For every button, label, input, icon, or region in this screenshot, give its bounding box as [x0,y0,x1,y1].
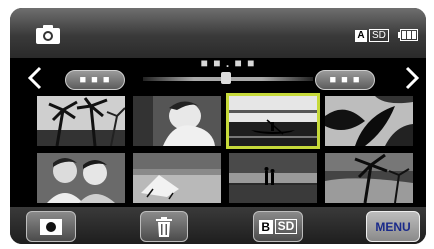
date-scrub-knob[interactable] [221,72,231,84]
thumbnail-canoe-sunset[interactable] [226,93,320,149]
thumbnail-beach-chair[interactable] [133,153,221,203]
thumbnail-tropical-leaves[interactable] [325,96,413,146]
menu-button[interactable]: MENU [366,211,420,242]
thumbnail-person-portrait[interactable] [133,96,221,146]
operation-toolbar: B SD MENU [10,207,426,244]
next-date-label: ■ ■ ■ [329,74,361,86]
chevron-left-icon[interactable] [26,66,44,90]
media-b-badge: B [258,219,273,234]
thumbnail-palm-trees[interactable] [37,96,125,146]
record-icon [40,218,62,235]
thumbnail-grid [37,93,415,203]
media-select-button[interactable]: B SD [253,211,303,242]
thumbnail-palm-beach[interactable] [325,153,413,203]
playback-screen: A SD ■ ■ ■ ■ ■ . ■ ■ ■ ■ ■ B SD MENU [10,8,426,244]
media-slot-badge: SD [369,29,389,42]
trash-icon [156,216,172,237]
delete-button[interactable] [140,211,188,242]
camera-icon [36,25,60,44]
thumbnail-couple-beach[interactable] [229,153,317,203]
media-mode-badge: A [355,29,367,42]
date-navigation: ■ ■ ■ ■ ■ . ■ ■ ■ ■ ■ [10,56,426,96]
record-mode-button[interactable] [26,211,76,242]
status-bar: A SD [10,8,426,58]
current-date-label: ■ ■ . ■ ■ [200,56,256,70]
chevron-right-icon[interactable] [403,66,421,90]
previous-date-button[interactable]: ■ ■ ■ [65,70,125,90]
media-sd-badge: SD [274,219,298,234]
thumbnail-children-smiling[interactable] [37,153,125,203]
next-date-button[interactable]: ■ ■ ■ [315,70,375,90]
menu-button-label: MENU [375,219,411,234]
previous-date-label: ■ ■ ■ [79,74,111,86]
media-indicator: A SD [355,29,389,42]
battery-icon [398,29,418,41]
media-select-label: B SD [258,219,298,234]
